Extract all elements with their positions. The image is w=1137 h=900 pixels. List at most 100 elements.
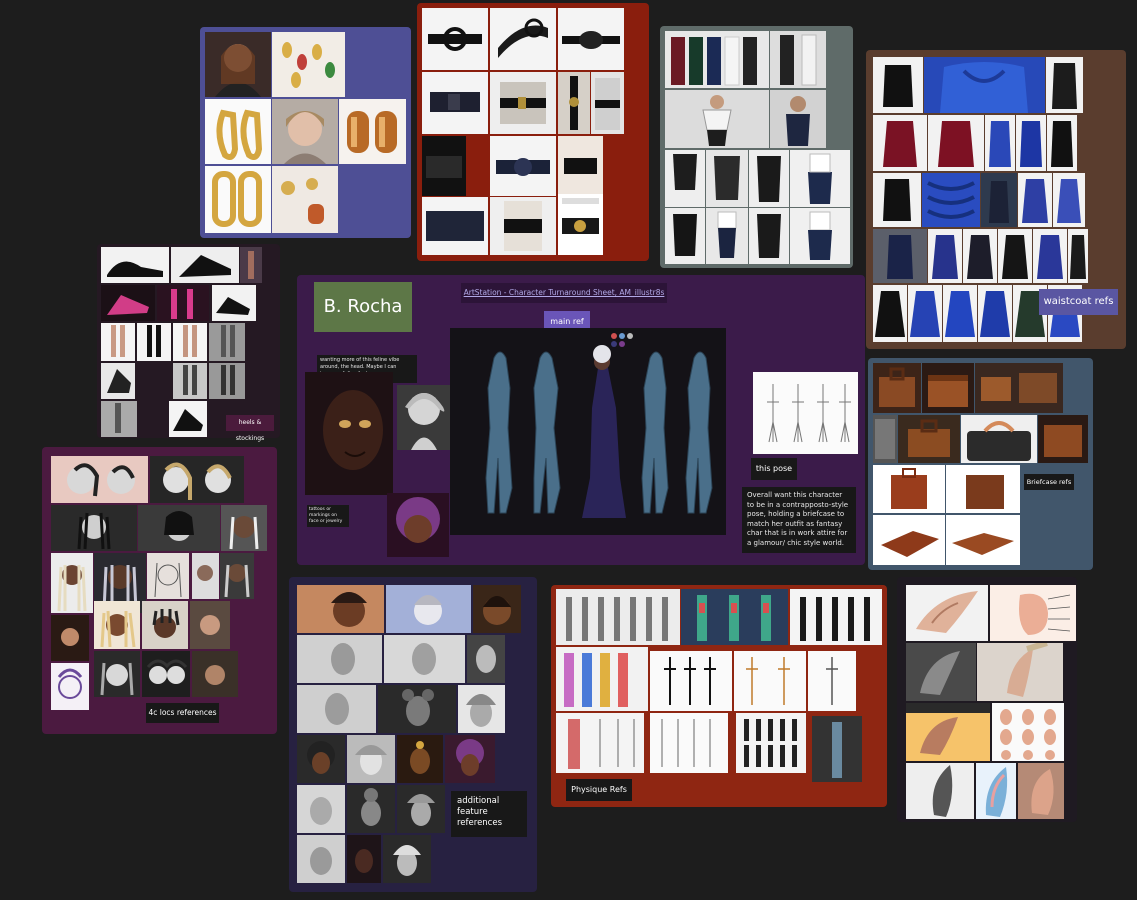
main-character-board[interactable]: B. Rocha ArtStation - Character Turnarou… <box>297 275 865 565</box>
physique-ref-image[interactable] <box>556 589 680 645</box>
earring-ref-image[interactable] <box>205 32 271 97</box>
physique-ref-image[interactable] <box>734 651 806 711</box>
earring-ref-image[interactable] <box>205 166 271 233</box>
feature-ref-image[interactable] <box>397 785 445 833</box>
features-board[interactable]: additional feature references <box>289 577 537 892</box>
workwear-ref-image[interactable] <box>665 150 705 207</box>
belt-ref-image[interactable] <box>422 8 488 70</box>
locs-ref-image[interactable] <box>190 601 230 649</box>
workwear-ref-image[interactable] <box>790 208 850 264</box>
locs-ref-image[interactable] <box>94 651 140 697</box>
locs-ref-image[interactable] <box>51 663 89 710</box>
briefcase-ref-image[interactable] <box>898 415 960 463</box>
briefcase-ref-image[interactable] <box>873 363 921 413</box>
locs-board[interactable]: 4c locs references <box>42 447 277 734</box>
locs-ref-image[interactable] <box>192 651 238 697</box>
briefcase-ref-image[interactable] <box>1038 415 1088 463</box>
locs-ref-image[interactable] <box>220 553 254 599</box>
waistcoat-ref-image[interactable] <box>978 285 1012 342</box>
workwear-ref-image[interactable] <box>749 150 789 207</box>
locs-ref-image[interactable] <box>147 553 189 599</box>
feature-ref-image[interactable] <box>347 835 381 883</box>
belt-ref-image[interactable] <box>490 197 556 255</box>
heels-ref-image[interactable] <box>171 247 239 283</box>
locs-ref-image[interactable] <box>51 456 148 503</box>
workwear-ref-image[interactable] <box>665 208 705 264</box>
physique-ref-image[interactable] <box>556 647 648 711</box>
heels-board[interactable]: heels & stockings <box>97 244 280 442</box>
waistcoat-ref-image[interactable] <box>1068 229 1088 283</box>
waistcoat-ref-image[interactable] <box>873 285 907 342</box>
feature-ref-image[interactable] <box>347 735 395 783</box>
earrings-board[interactable] <box>200 27 411 238</box>
ears-board[interactable] <box>897 577 1077 822</box>
heels-ref-image[interactable] <box>240 247 262 283</box>
feature-ref-image[interactable] <box>297 685 376 733</box>
waistcoat-ref-image[interactable] <box>963 229 997 283</box>
feature-ref-image[interactable] <box>297 735 345 783</box>
briefcase-board[interactable]: Briefcase refs <box>868 358 1093 570</box>
heels-ref-image[interactable] <box>101 363 135 399</box>
feature-ref-image[interactable] <box>384 635 465 683</box>
ear-ref-image[interactable] <box>906 585 988 641</box>
waistcoat-ref-image[interactable] <box>908 285 942 342</box>
feature-ref-image[interactable] <box>347 785 395 833</box>
waistcoat-ref-image[interactable] <box>924 57 1045 113</box>
waistcoat-ref-image[interactable] <box>943 285 977 342</box>
ear-ref-image[interactable] <box>1018 763 1064 819</box>
ear-ref-image[interactable] <box>906 703 990 761</box>
workwear-ref-image[interactable] <box>665 31 769 88</box>
briefcase-ref-image[interactable] <box>873 415 897 463</box>
ear-ref-image[interactable] <box>976 763 1016 819</box>
locs-ref-image[interactable] <box>51 553 93 613</box>
locs-ref-image[interactable] <box>51 505 137 551</box>
feature-ref-image[interactable] <box>383 835 431 883</box>
briefcase-ref-image[interactable] <box>946 515 1020 565</box>
waistcoat-ref-image[interactable] <box>928 229 962 283</box>
waistcoat-ref-image[interactable] <box>1016 115 1046 171</box>
waistcoat-ref-image[interactable] <box>1053 173 1085 227</box>
heels-ref-image[interactable] <box>101 247 169 283</box>
waistcoat-ref-image[interactable] <box>998 229 1032 283</box>
briefcase-ref-image[interactable] <box>873 465 945 513</box>
feature-ref-image[interactable] <box>397 385 450 450</box>
ear-ref-image[interactable] <box>990 585 1076 641</box>
physique-ref-image[interactable] <box>650 651 732 711</box>
waistcoat-ref-image[interactable] <box>873 229 927 283</box>
waistcoat-ref-image[interactable] <box>1046 57 1083 113</box>
feature-ref-image[interactable] <box>397 735 443 783</box>
heels-ref-image[interactable] <box>169 401 207 437</box>
feature-ref-image[interactable] <box>297 585 384 633</box>
belt-ref-image[interactable] <box>558 194 603 255</box>
physique-ref-image[interactable] <box>808 651 856 711</box>
belt-ref-image[interactable] <box>490 136 556 196</box>
earring-ref-image[interactable] <box>272 166 338 233</box>
physique-ref-image[interactable] <box>650 713 728 773</box>
ear-ref-image[interactable] <box>906 763 974 819</box>
heels-ref-image[interactable] <box>209 363 245 399</box>
briefcase-ref-image[interactable] <box>873 515 945 565</box>
turnaround-sheet-image[interactable] <box>450 328 726 535</box>
heels-ref-image[interactable] <box>212 285 256 321</box>
physique-ref-image[interactable] <box>681 589 788 645</box>
belt-ref-image[interactable] <box>422 136 466 196</box>
waistcoat-ref-image[interactable] <box>873 173 921 227</box>
this-pose-tag[interactable]: this pose <box>751 458 797 480</box>
workwear-ref-image[interactable] <box>706 150 748 207</box>
markings-note[interactable]: tattoos or markings on face or jewelry <box>307 505 349 527</box>
physique-ref-image[interactable] <box>556 713 644 773</box>
workwear-ref-image[interactable] <box>706 208 748 264</box>
workwear-ref-image[interactable] <box>790 150 850 207</box>
briefcase-ref-image[interactable] <box>946 465 1020 513</box>
waistcoat-ref-image[interactable] <box>873 115 927 171</box>
feature-ref-image[interactable] <box>458 685 505 733</box>
heels-ref-image[interactable] <box>173 323 207 361</box>
physique-ref-image[interactable] <box>736 713 806 773</box>
workwear-ref-image[interactable] <box>749 208 789 264</box>
ear-ref-image[interactable] <box>906 643 976 701</box>
workwear-ref-image[interactable] <box>770 31 826 88</box>
feature-ref-image[interactable] <box>387 493 449 557</box>
feature-ref-image[interactable] <box>297 835 345 883</box>
character-name-tag[interactable]: B. Rocha <box>314 282 412 332</box>
waistcoat-ref-image[interactable] <box>1033 229 1067 283</box>
